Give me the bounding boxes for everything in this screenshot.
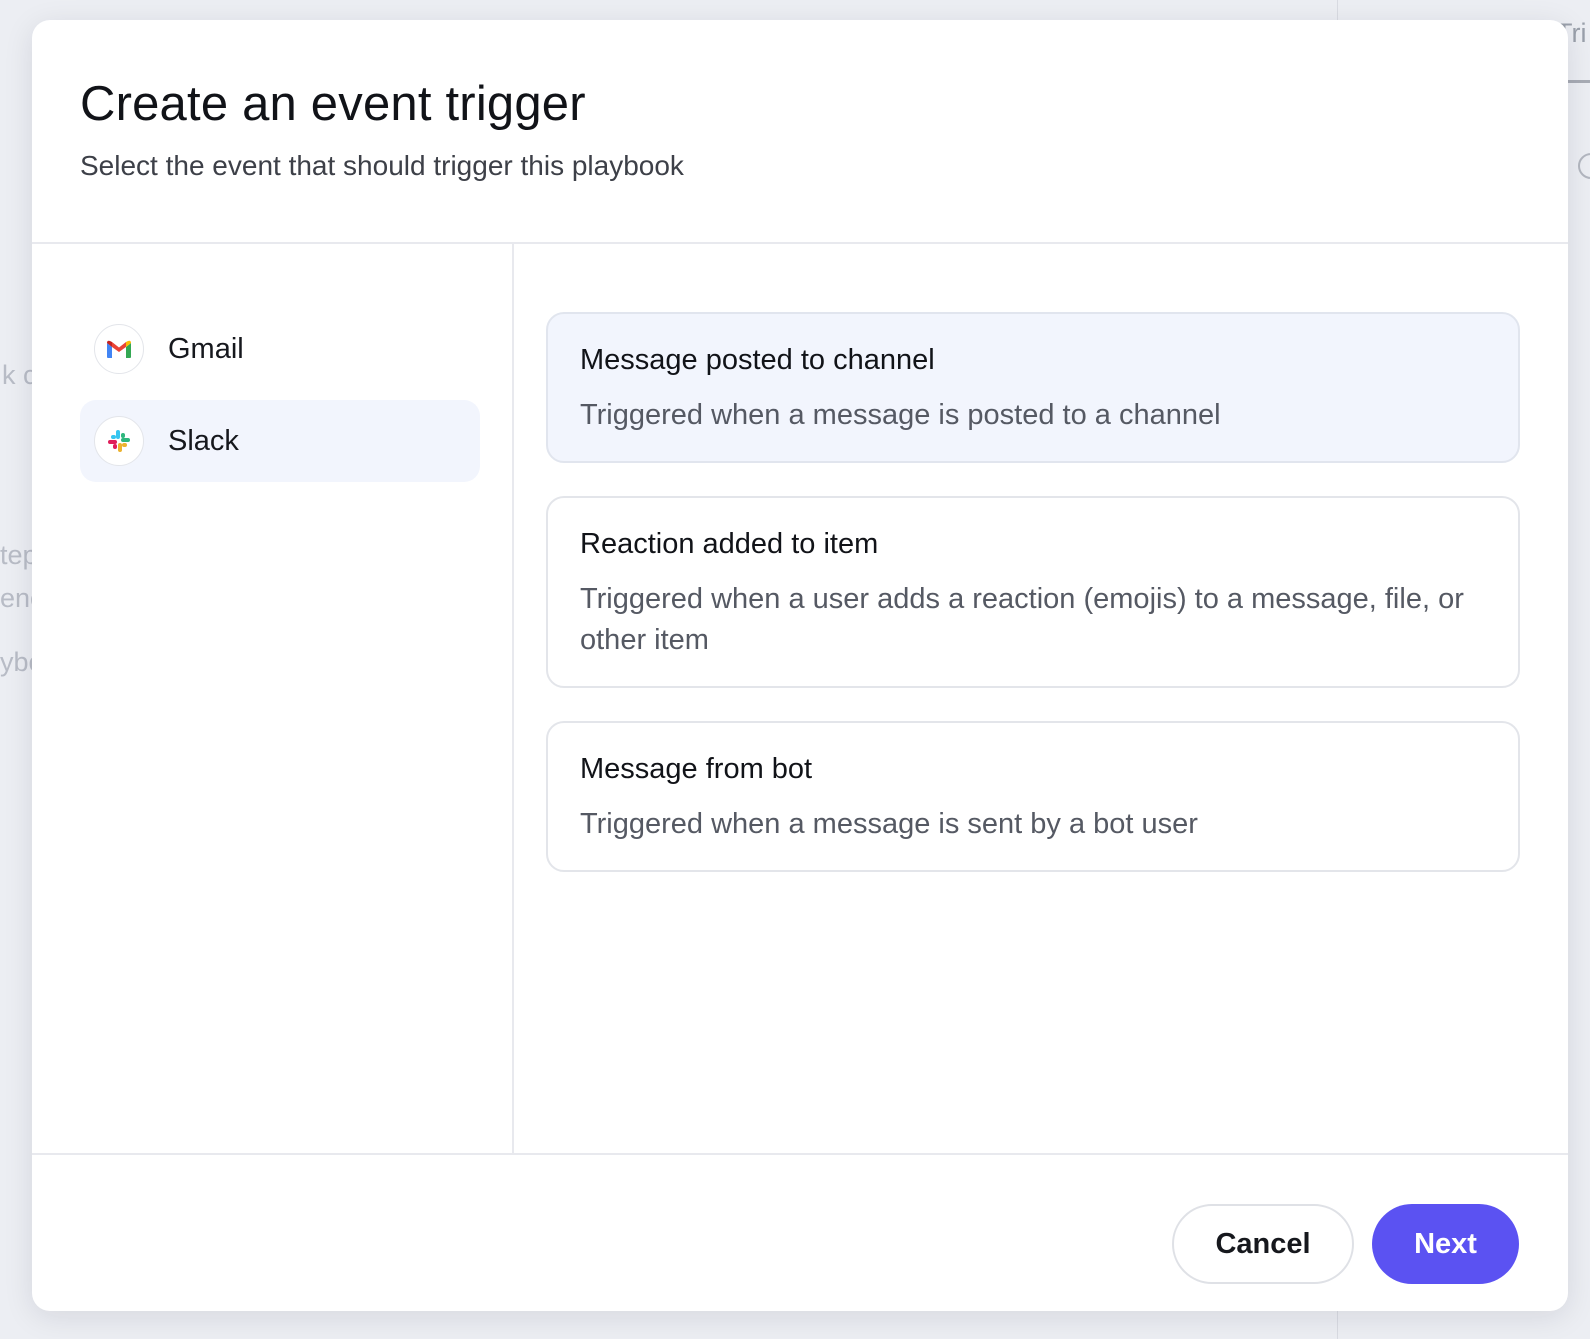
app-item-slack[interactable]: Slack: [80, 400, 480, 482]
slack-icon: [94, 416, 144, 466]
cancel-button[interactable]: Cancel: [1172, 1204, 1354, 1284]
create-trigger-modal: Create an event trigger Select the event…: [32, 20, 1568, 1311]
event-description: Triggered when a message is sent by a bo…: [580, 808, 1198, 840]
modal-title: Create an event trigger: [80, 77, 586, 131]
app-label: Gmail: [168, 332, 244, 365]
modal-body: Gmail Slack Message posted to channel Tr…: [32, 244, 1568, 1155]
app-label: Slack: [168, 424, 239, 457]
event-list: Message posted to channel Triggered when…: [516, 244, 1568, 1153]
modal-subtitle: Select the event that should trigger thi…: [80, 150, 684, 181]
modal-header: Create an event trigger Select the event…: [32, 20, 1568, 244]
event-title: Message posted to channel: [580, 344, 935, 376]
gmail-icon: [94, 324, 144, 374]
event-title: Message from bot: [580, 753, 813, 785]
app-list: Gmail Slack: [32, 244, 514, 1153]
background-radio-icon: [1578, 153, 1590, 179]
event-card-reaction-added[interactable]: Reaction added to item Triggered when a …: [546, 496, 1520, 688]
background-tab-underline: [1568, 80, 1590, 83]
next-button[interactable]: Next: [1372, 1204, 1519, 1284]
event-title: Reaction added to item: [580, 528, 879, 560]
event-description: Triggered when a message is posted to a …: [580, 399, 1221, 431]
event-description: Triggered when a user adds a reaction (e…: [580, 583, 1464, 656]
event-card-message-posted[interactable]: Message posted to channel Triggered when…: [546, 312, 1520, 463]
event-card-message-from-bot[interactable]: Message from bot Triggered when a messag…: [546, 721, 1520, 872]
app-item-gmail[interactable]: Gmail: [80, 308, 480, 390]
modal-footer: Cancel Next: [32, 1155, 1568, 1311]
